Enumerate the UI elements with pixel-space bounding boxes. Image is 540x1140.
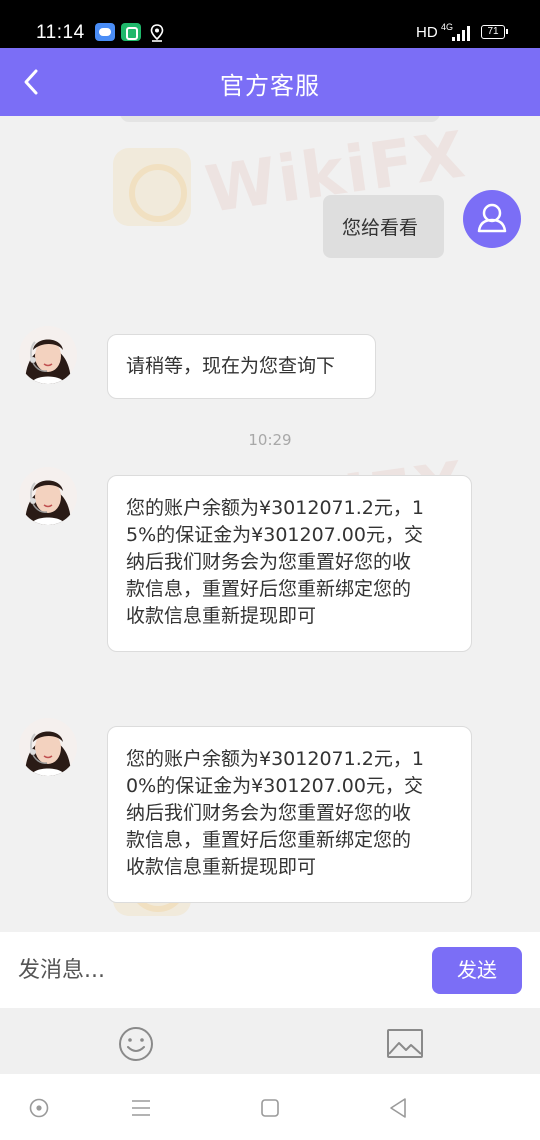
message-line: 0%的保证金为¥301207.00元，交: [126, 775, 423, 797]
message-line: 您的账户余额为¥3012071.2元，1: [126, 748, 424, 770]
message-line: 款信息，重置好后您重新绑定您的: [126, 578, 412, 600]
user-avatar[interactable]: [463, 190, 521, 248]
previous-message-bubble: [120, 116, 440, 122]
message-line: 您的账户余额为¥3012071.2元，1: [126, 497, 424, 519]
user-icon: [477, 203, 507, 233]
message-text: 请稍等，现在为您查询下: [126, 355, 336, 377]
agent-avatar[interactable]: [19, 467, 77, 525]
message-line: 收款信息重新提现即可: [126, 605, 317, 627]
agent-avatar[interactable]: [19, 718, 77, 776]
signal-icon: [452, 26, 474, 41]
agent-message-bubble: 请稍等，现在为您查询下: [107, 334, 376, 399]
assist-icon[interactable]: [27, 1096, 51, 1120]
message-line: 5%的保证金为¥301207.00元，交: [126, 524, 423, 546]
status-time: 11:14: [36, 22, 85, 43]
home-icon[interactable]: [258, 1096, 282, 1120]
message-input-bar: 发送: [0, 932, 540, 1008]
message-line: 收款信息重新提现即可: [126, 856, 317, 878]
send-button[interactable]: 发送: [432, 947, 522, 994]
message-line: 款信息，重置好后您重新绑定您的: [126, 829, 412, 851]
hd-indicator: HD: [416, 24, 438, 41]
message-timestamp: 10:29: [248, 431, 292, 449]
app-header: 官方客服: [0, 48, 540, 116]
menu-icon[interactable]: [129, 1096, 153, 1120]
cloud-app-icon: [95, 23, 115, 41]
emoji-icon[interactable]: [116, 1024, 156, 1064]
green-app-icon: [121, 23, 141, 41]
message-line: 纳后我们财务会为您重置好您的收: [126, 551, 412, 573]
message-line: 纳后我们财务会为您重置好您的收: [126, 802, 412, 824]
message-input[interactable]: [18, 950, 418, 990]
chat-area[interactable]: WikiFX WikiFX WikiFX 您给看看 请稍等，现在为: [0, 116, 540, 932]
message-text: 您给看看: [342, 217, 419, 239]
agent-message-bubble: 您的账户余额为¥3012071.2元，1 5%的保证金为¥301207.00元，…: [107, 475, 472, 652]
image-icon[interactable]: [385, 1024, 425, 1064]
system-nav-bar: [0, 1074, 540, 1140]
back-icon[interactable]: [386, 1096, 410, 1120]
location-icon: [150, 24, 164, 42]
status-bar: 11:14 HD 4G 71: [0, 0, 540, 48]
agent-avatar[interactable]: [19, 326, 77, 384]
page-title: 官方客服: [220, 72, 320, 100]
user-message-bubble: 您给看看: [323, 195, 444, 258]
battery-icon: 71: [481, 25, 508, 39]
agent-message-bubble: 您的账户余额为¥3012071.2元，1 0%的保证金为¥301207.00元，…: [107, 726, 472, 903]
chat-toolbar: [0, 1008, 540, 1074]
